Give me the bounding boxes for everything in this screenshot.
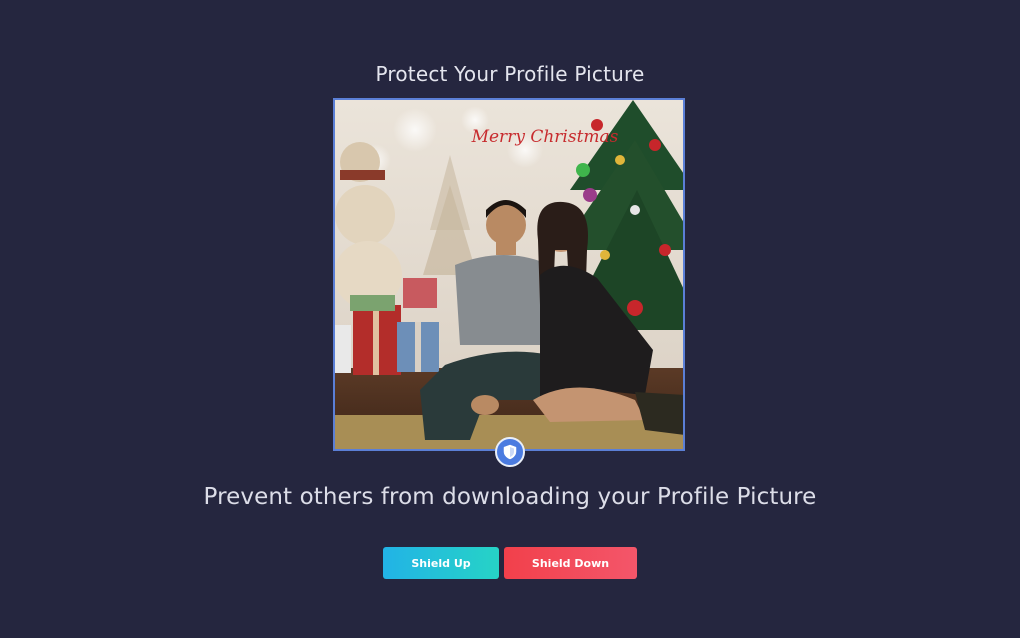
page-title: Protect Your Profile Picture [375,62,645,86]
profile-picture[interactable]: Merry Christmas [333,98,685,451]
shield-up-button[interactable]: Shield Up [383,547,499,579]
shield-icon [503,444,517,460]
tagline: Prevent others from downloading your Pro… [203,484,817,510]
shield-badge[interactable] [495,437,525,467]
shield-down-button[interactable]: Shield Down [504,547,637,579]
profile-photo-image: Merry Christmas [335,100,683,449]
merry-christmas-sign: Merry Christmas [471,127,619,147]
